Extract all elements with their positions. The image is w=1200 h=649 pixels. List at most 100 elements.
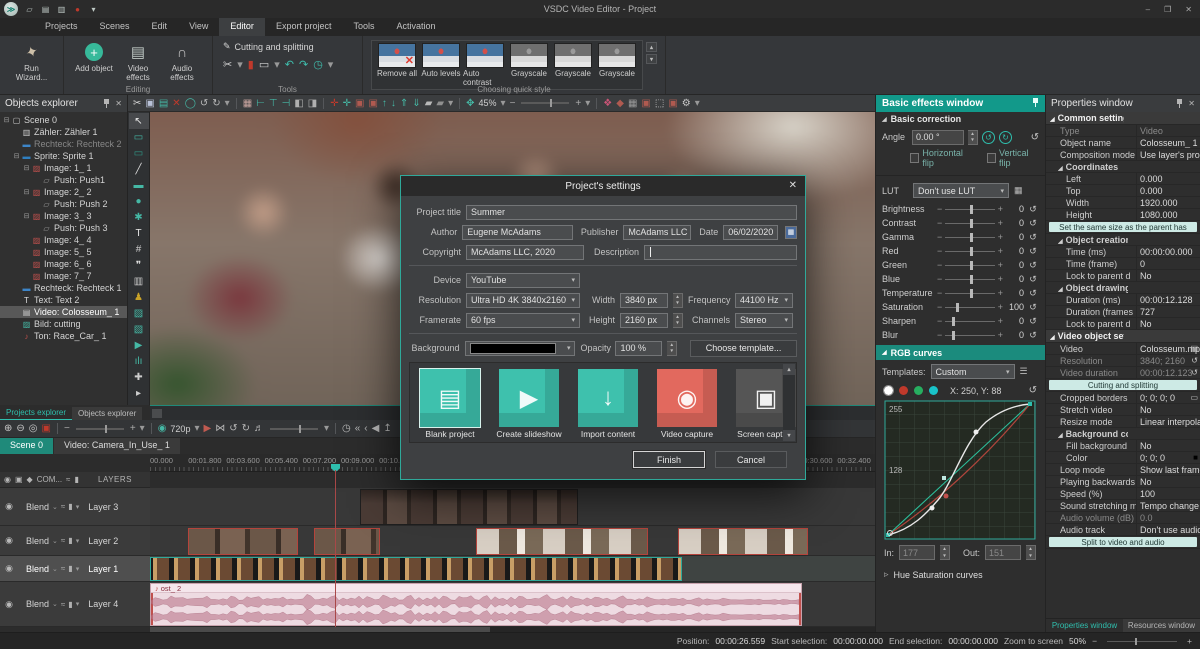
layer-caret-icon[interactable]: ▾: [448, 98, 453, 109]
zoom-menu-caret-icon[interactable]: ▾: [585, 98, 590, 109]
run-wizard-button[interactable]: ✦ Run Wizard...: [8, 39, 55, 82]
delete-fragment-icon[interactable]: ▮: [248, 58, 254, 71]
reset-angle-icon[interactable]: ↺: [1031, 132, 1039, 143]
property-row[interactable]: Object creation time: [1046, 234, 1200, 246]
timeline-tracks[interactable]: ♪ ost_ 2: [150, 488, 875, 627]
timeline-control-icon[interactable]: [335, 423, 336, 434]
timeline-clip[interactable]: [150, 557, 682, 581]
volume-slider[interactable]: [268, 428, 320, 430]
scene-object-icon[interactable]: ▭: [129, 129, 149, 145]
layer-video-icon[interactable]: ▮: [68, 536, 72, 545]
property-row[interactable]: Playing backwards No: [1046, 476, 1200, 488]
opacity-spinner[interactable]: [667, 341, 677, 356]
minimize-button[interactable]: –: [1146, 5, 1150, 14]
video-column-icon[interactable]: ▮: [74, 475, 78, 484]
tree-item[interactable]: ▨Image: 4_ 4: [0, 234, 127, 246]
undo-icon[interactable]: ↺: [200, 98, 208, 109]
lut-select[interactable]: Don't use LUT: [913, 183, 1009, 198]
movement-tool-icon[interactable]: ✚: [129, 369, 149, 385]
layer-up-icon[interactable]: ▰: [425, 98, 433, 109]
slider-track[interactable]: [945, 279, 994, 280]
copyright-input[interactable]: McAdams LLC, 2020: [466, 245, 584, 260]
timeline-clip[interactable]: [476, 528, 648, 555]
gear-icon[interactable]: ⚙: [682, 98, 691, 109]
ellipse-tool-icon[interactable]: ●: [129, 193, 149, 209]
step-back-icon[interactable]: ◀: [372, 423, 380, 434]
preview-toolbar-icon[interactable]: [459, 98, 460, 109]
layer-down-icon[interactable]: ▰: [436, 98, 444, 109]
out-input[interactable]: 151: [985, 545, 1021, 560]
rectangle-tool-icon[interactable]: ▬: [129, 177, 149, 193]
in-spinner[interactable]: [940, 545, 950, 560]
align-center-icon[interactable]: ⊤: [269, 98, 278, 109]
gear-caret-icon[interactable]: ▾: [695, 98, 700, 109]
layer-visibility-icon[interactable]: ◉: [3, 563, 15, 574]
snap-grid-icon[interactable]: ▣: [641, 98, 650, 109]
zoom-caret-icon[interactable]: ▾: [501, 98, 506, 109]
menu-tab[interactable]: Editor: [219, 18, 265, 36]
property-row[interactable]: Resolution 3840; 2160↺: [1046, 355, 1200, 367]
record-screen-icon[interactable]: ●: [71, 5, 84, 14]
duration-caret-icon[interactable]: ▾: [328, 58, 334, 71]
slider-reset-icon[interactable]: ↺: [1027, 302, 1039, 313]
tree-item[interactable]: TText: Text 2: [0, 294, 127, 306]
tab-properties-window[interactable]: Properties window: [1046, 619, 1123, 632]
property-row[interactable]: Cutting and splitting: [1046, 379, 1200, 392]
slider-track[interactable]: [945, 307, 994, 308]
preview-range-icon[interactable]: ⋈: [215, 423, 225, 434]
property-row[interactable]: Video object settings: [1046, 330, 1200, 343]
timeline-scale-slider[interactable]: [74, 428, 126, 430]
tree-item[interactable]: ⊟▨Image: 1_ 1: [0, 162, 127, 174]
audio-effects-button[interactable]: ∩ Audio effects: [160, 39, 204, 82]
zoom-value-label[interactable]: 45%: [479, 98, 497, 108]
timeline-zoom-full-icon[interactable]: ◎: [29, 423, 38, 434]
layer-visibility-icon[interactable]: ◉: [3, 535, 15, 546]
audio-column-icon[interactable]: ≈: [66, 475, 70, 484]
property-row[interactable]: Common settings: [1046, 112, 1200, 125]
white-channel-dot[interactable]: [884, 386, 893, 395]
property-row[interactable]: Cropped borders 0; 0; 0; 0▭: [1046, 392, 1200, 404]
tree-item[interactable]: ▱Push: Push 3: [0, 222, 127, 234]
tree-item[interactable]: ▬Rechteck: Rechteck 1: [0, 282, 127, 294]
dialog-close-icon[interactable]: ✕: [789, 180, 797, 191]
slider-track[interactable]: [945, 293, 994, 294]
slider-plus-icon[interactable]: +: [998, 330, 1003, 340]
angle-spinner[interactable]: [968, 130, 978, 145]
property-row[interactable]: Top 0.000: [1046, 185, 1200, 197]
move-up-icon[interactable]: ↑: [382, 98, 387, 109]
expand-tools-icon[interactable]: ▸: [129, 385, 149, 401]
close-panel-icon[interactable]: ✕: [115, 99, 122, 108]
tab-projects-explorer[interactable]: Projects explorer: [0, 406, 72, 420]
slider-reset-icon[interactable]: ↺: [1027, 288, 1039, 299]
crop-icon[interactable]: ▭: [259, 58, 269, 71]
quick-style-up-icon[interactable]: ▴: [646, 42, 657, 52]
vertical-flip-checkbox[interactable]: Vertical flip: [987, 148, 1039, 168]
menu-tab[interactable]: Tools: [342, 18, 385, 36]
layer-row[interactable]: ◉ Blend ⌄ ≈ ▮ ▾ Layer 4: [0, 582, 150, 627]
publisher-input[interactable]: McAdams LLC: [623, 225, 691, 240]
frame-fit-icon[interactable]: ▣: [355, 98, 364, 109]
tree-item[interactable]: ♪Ton: Race_Car_ 1: [0, 330, 127, 342]
slider-track[interactable]: [945, 223, 994, 224]
template-scrollbar[interactable]: ▴ ▾: [783, 364, 795, 441]
slider-minus-icon[interactable]: −: [937, 316, 942, 326]
slider-track[interactable]: [945, 335, 994, 336]
author-input[interactable]: Eugene McAdams: [462, 225, 572, 240]
timeline-zoom-out-icon[interactable]: ⊖: [16, 423, 24, 434]
selection-frame-icon[interactable]: ⬚: [655, 98, 664, 109]
layer-row[interactable]: ◉ Blend ⌄ ≈ ▮ ▾ Layer 3: [0, 488, 150, 526]
cursor-tool-icon[interactable]: ↖: [129, 113, 149, 129]
layer-visibility-icon[interactable]: ◉: [3, 599, 15, 610]
blend-mode-select[interactable]: Blend: [26, 564, 49, 574]
status-zoom-in-icon[interactable]: +: [1187, 636, 1192, 646]
tree-item[interactable]: ▱Push: Push 2: [0, 198, 127, 210]
slider-minus-icon[interactable]: −: [937, 260, 942, 270]
blend-mode-select[interactable]: Blend: [26, 599, 49, 609]
quick-style-down-icon[interactable]: ▾: [646, 54, 657, 64]
bring-front-icon[interactable]: ⇑: [400, 98, 408, 109]
status-zoom-out-icon[interactable]: −: [1092, 636, 1097, 646]
slider-plus-icon[interactable]: +: [998, 218, 1003, 228]
restore-button[interactable]: ❒: [1164, 5, 1171, 14]
tree-item[interactable]: ⊟▬Sprite: Sprite 1: [0, 150, 127, 162]
slider-minus-icon[interactable]: −: [937, 218, 942, 228]
